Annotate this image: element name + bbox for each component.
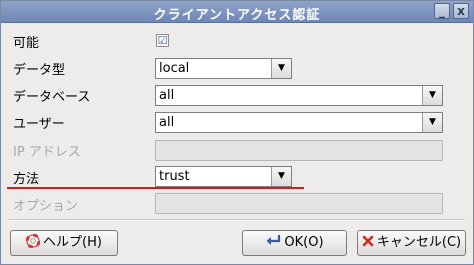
cancel-button-label: キャンセル(C) [376,235,462,250]
method-value: trust [159,169,190,184]
enabled-label: 可能 [13,36,40,51]
ok-button-label: OK(O) [284,235,324,250]
method-highlight-underline [7,187,304,189]
chevron-down-icon[interactable]: ▼ [422,86,442,105]
user-value: all [159,115,175,130]
button-separator [9,219,465,221]
user-label: ユーザー [13,117,65,132]
window-title: クライアントアクセス認証 [153,8,321,23]
method-combo[interactable]: trust ▼ [155,166,292,187]
method-label: 方法 [13,172,40,187]
minimize-button[interactable]: _ [434,3,450,19]
chevron-down-icon[interactable]: ▼ [422,113,442,132]
dialog-window: クライアントアクセス認証 _ x 可能 ☑ データ型 local ▼ データベー… [0,0,474,265]
cross-icon [362,231,374,255]
datatype-label: データ型 [13,63,66,78]
help-button[interactable]: ヘルプ(H) [10,230,118,256]
cancel-button[interactable]: キャンセル(C) [357,230,466,256]
enabled-checkbox[interactable]: ☑ [156,34,169,47]
ip-address-label: IP アドレス [13,145,81,160]
close-button[interactable]: x [453,3,469,19]
datatype-value: local [159,61,190,76]
arrow-return-icon [265,231,281,255]
database-combo[interactable]: all ▼ [155,85,443,106]
option-label: オプション [13,199,79,214]
ip-address-field [155,140,443,161]
chevron-down-icon[interactable]: ▼ [271,59,291,78]
title-bar[interactable]: クライアントアクセス認証 _ x [1,1,473,23]
user-combo[interactable]: all ▼ [155,112,443,133]
chevron-down-icon[interactable]: ▼ [271,167,291,186]
help-button-label: ヘルプ(H) [43,235,102,250]
datatype-combo[interactable]: local ▼ [155,58,292,79]
database-value: all [159,88,175,103]
ok-button[interactable]: OK(O) [242,230,347,256]
lifebuoy-icon [25,231,41,255]
database-label: データベース [13,90,91,105]
option-field [155,193,443,214]
